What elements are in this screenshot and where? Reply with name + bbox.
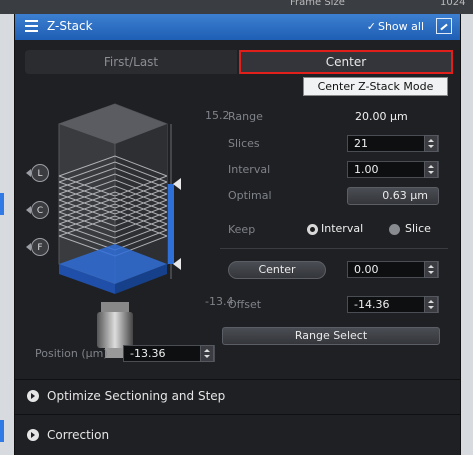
section-correction[interactable]: Correction bbox=[15, 420, 460, 450]
offset-label: Offset bbox=[228, 298, 262, 311]
last-position-button[interactable]: L bbox=[26, 164, 49, 182]
center-spinner-icon[interactable] bbox=[424, 261, 438, 278]
interval-input[interactable]: 1.00 bbox=[347, 161, 439, 178]
menu-icon[interactable] bbox=[25, 20, 38, 32]
optimal-label: Optimal bbox=[228, 189, 272, 202]
keep-interval-radio[interactable] bbox=[307, 224, 318, 235]
range-select-button[interactable]: Range Select bbox=[222, 327, 440, 345]
section-optimize-sectioning[interactable]: Optimize Sectioning and Step bbox=[15, 381, 460, 411]
position-value: -13.36 bbox=[130, 347, 166, 360]
interval-spinner-icon[interactable] bbox=[424, 161, 438, 178]
undock-icon[interactable] bbox=[436, 18, 452, 34]
left-accent-bar-2 bbox=[0, 420, 4, 442]
center-position-button[interactable]: C bbox=[26, 201, 49, 219]
range-label: Range bbox=[228, 110, 263, 123]
tab-first-last[interactable]: First/Last bbox=[25, 50, 237, 74]
slices-value: 21 bbox=[354, 137, 368, 150]
show-all-toggle[interactable]: ✓ Show all bbox=[367, 20, 424, 33]
z-stack-panel: Z-Stack ✓ Show all First/Last Center Cent… bbox=[14, 14, 461, 455]
mode-tabs: First/Last Center bbox=[25, 50, 453, 74]
keep-interval-label: Interval bbox=[321, 222, 364, 235]
slices-label: Slices bbox=[228, 137, 260, 150]
position-label: Position (µm) bbox=[35, 347, 108, 360]
frame-size-value: 1024 bbox=[440, 0, 466, 8]
first-position-button[interactable]: F bbox=[26, 238, 49, 256]
center-value: 0.00 bbox=[354, 263, 379, 276]
position-input[interactable]: -13.36 bbox=[123, 345, 215, 362]
offset-spinner-icon[interactable] bbox=[424, 296, 438, 313]
offset-value: -14.36 bbox=[354, 298, 390, 311]
keep-label: Keep bbox=[228, 223, 256, 236]
keep-slice-radio[interactable] bbox=[389, 224, 400, 235]
panel-title: Z-Stack bbox=[47, 19, 93, 33]
z-stack-graphic bbox=[58, 103, 181, 358]
tab-center[interactable]: Center bbox=[239, 50, 453, 74]
interval-value: 1.00 bbox=[354, 163, 379, 176]
center-input[interactable]: 0.00 bbox=[347, 261, 439, 278]
optimal-button[interactable]: 0.63 µm bbox=[347, 187, 439, 205]
panel-title-bar[interactable]: Z-Stack ✓ Show all bbox=[15, 14, 460, 40]
tooltip: Center Z-Stack Mode bbox=[303, 77, 448, 96]
section-divider-middle bbox=[15, 414, 460, 415]
slices-input[interactable]: 21 bbox=[347, 135, 439, 152]
position-spinner-icon[interactable] bbox=[200, 345, 214, 362]
section-optimize-label: Optimize Sectioning and Step bbox=[47, 389, 226, 403]
section-divider-top bbox=[15, 379, 460, 380]
range-value: 20.00 µm bbox=[355, 110, 408, 123]
left-accent-bar-1 bbox=[0, 193, 4, 215]
background-toolbar: Frame Size 1024 bbox=[0, 0, 473, 14]
keep-slice-label: Slice bbox=[405, 222, 431, 235]
expand-arrow-icon bbox=[27, 429, 39, 441]
expand-arrow-icon bbox=[27, 390, 39, 402]
show-all-label: Show all bbox=[377, 20, 424, 33]
interval-label: Interval bbox=[228, 163, 271, 176]
stack-top-value: 15.2 bbox=[205, 109, 230, 122]
center-button[interactable]: Center bbox=[228, 261, 326, 279]
check-icon: ✓ bbox=[366, 20, 376, 33]
section-correction-label: Correction bbox=[47, 428, 110, 442]
frame-size-text: Frame Size bbox=[290, 0, 345, 8]
slices-spinner-icon[interactable] bbox=[424, 135, 438, 152]
params-separator bbox=[220, 248, 448, 249]
offset-input[interactable]: -14.36 bbox=[347, 296, 439, 313]
